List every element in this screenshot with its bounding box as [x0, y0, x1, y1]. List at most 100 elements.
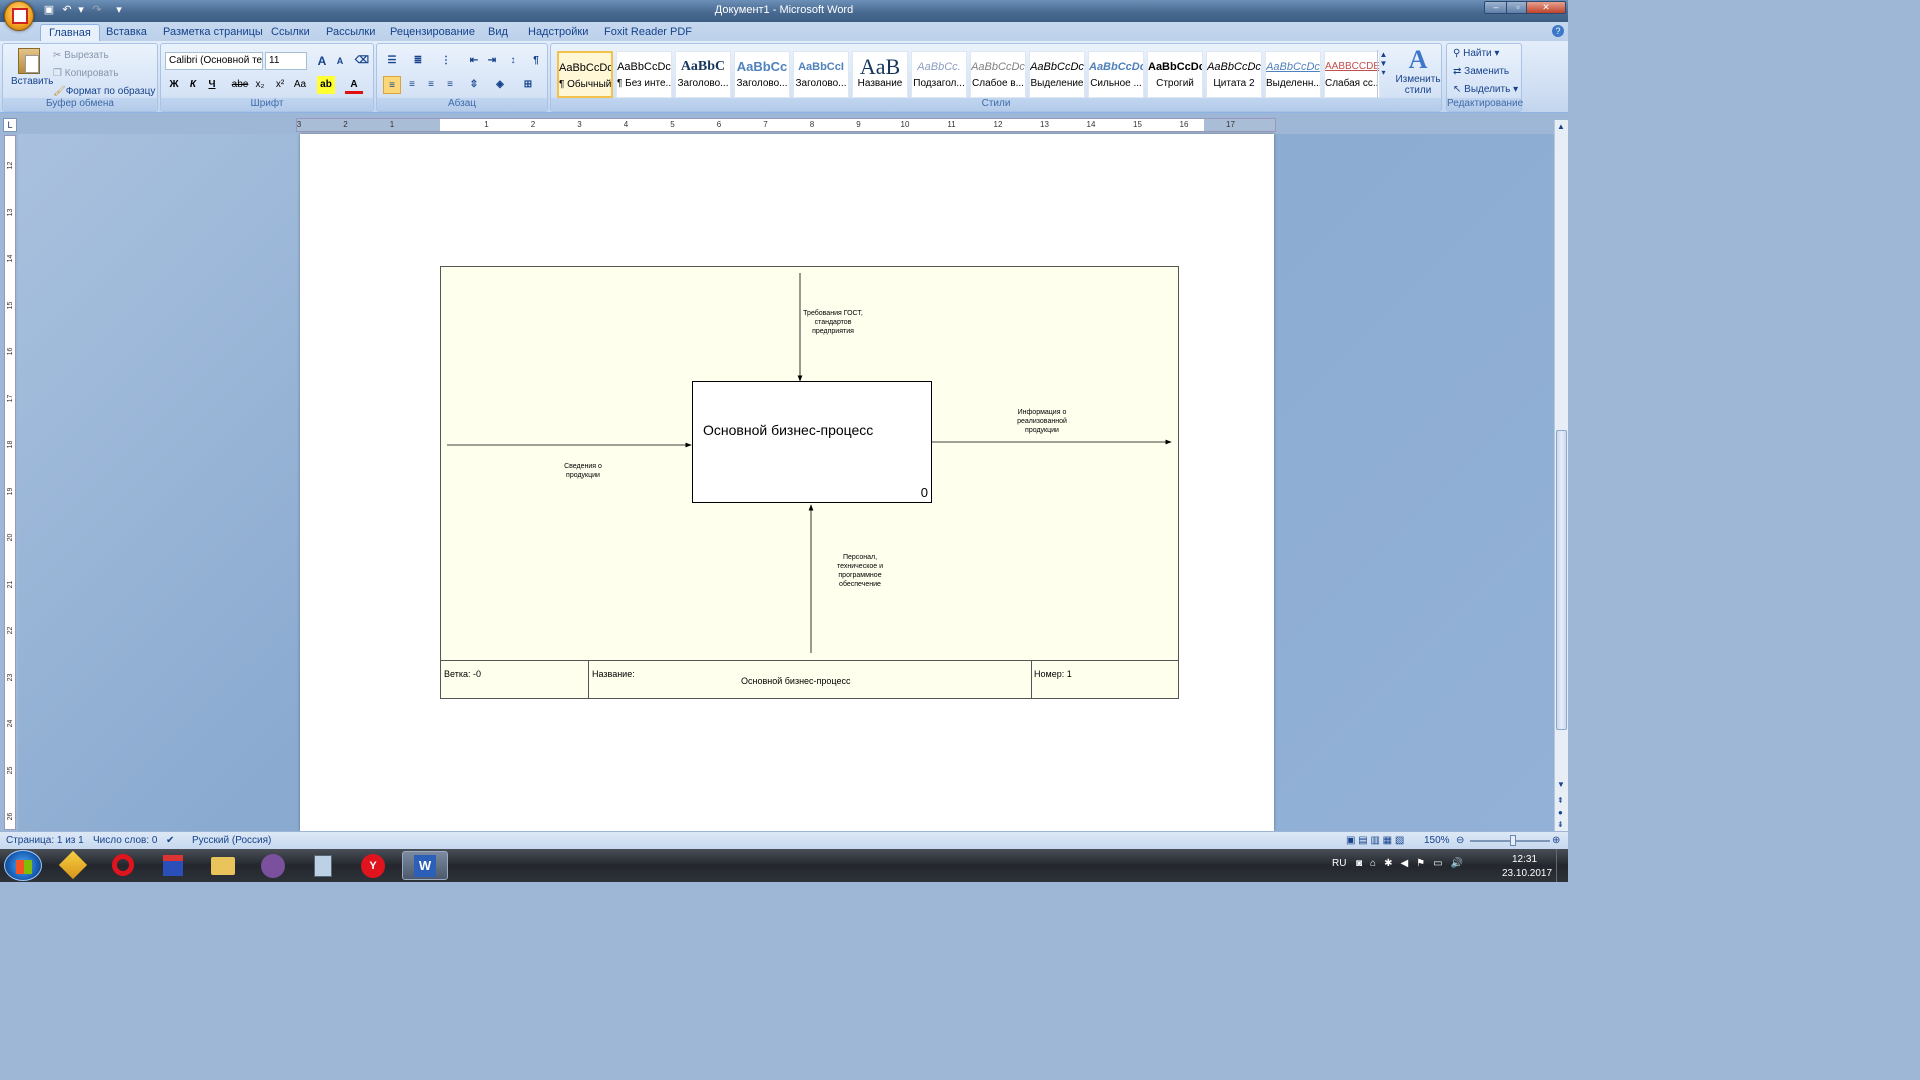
tab-foxit[interactable]: Foxit Reader PDF	[596, 24, 700, 41]
customize-qat-icon[interactable]: ▾	[112, 3, 126, 19]
style-card[interactable]: AaBbCcDc Выделенн...	[1265, 51, 1321, 98]
page-count[interactable]: Страница: 1 из 1	[6, 835, 84, 846]
taskbar-opera-icon[interactable]	[100, 851, 146, 880]
change-styles-button[interactable]: A Изменить стили	[1395, 46, 1441, 100]
clear-formatting-icon[interactable]: ⌫	[353, 52, 371, 70]
redo-icon[interactable]: ↷	[90, 3, 104, 19]
numbering-icon[interactable]: ≣	[409, 52, 427, 70]
highlight-icon[interactable]: ab	[317, 76, 335, 94]
proofing-icon[interactable]: ✔	[166, 835, 174, 846]
decrease-indent-icon[interactable]: ⇤	[465, 52, 483, 70]
clock-time[interactable]: 12:31	[1512, 854, 1537, 865]
minimize-button[interactable]: –	[1484, 1, 1508, 14]
sort-icon[interactable]: ↕	[504, 52, 522, 70]
style-card[interactable]: AABBCCDE Слабая сс...	[1324, 51, 1380, 98]
cut-button[interactable]: ✂ Вырезать	[53, 50, 109, 61]
style-card[interactable]: AaBbCcDc ¶ Без инте...	[616, 51, 672, 98]
select-button[interactable]: ↖ Выделить ▾	[1453, 84, 1518, 95]
taskbar-calculator-icon[interactable]	[300, 851, 346, 880]
taskbar-yandex-icon[interactable]: Y	[350, 851, 396, 880]
taskbar-word-icon[interactable]: W	[402, 851, 448, 880]
line-spacing-icon[interactable]: ⇳	[465, 76, 483, 94]
save-icon[interactable]: ▣	[42, 3, 56, 19]
scroll-thumb[interactable]	[1556, 430, 1567, 730]
start-button[interactable]	[4, 850, 42, 881]
subscript-button[interactable]: x₂	[251, 76, 269, 94]
borders-icon[interactable]: ⊞	[519, 76, 537, 94]
style-card[interactable]: AaBbCcDc Строгий	[1147, 51, 1203, 98]
help-icon[interactable]: ?	[1552, 25, 1564, 37]
undo-dropdown-icon[interactable]: ▾	[74, 3, 88, 19]
style-card[interactable]: AaBbCc. Подзагол...	[911, 51, 967, 98]
align-left-icon[interactable]: ≡	[383, 76, 401, 94]
taskbar-explorer-icon[interactable]	[200, 851, 246, 880]
tab-addins[interactable]: Надстройки	[520, 24, 596, 41]
taskbar-app-pencil-icon[interactable]	[50, 850, 96, 880]
tray-icons[interactable]: ◙⌂✱◀⚑▭🔊	[1356, 858, 1471, 869]
style-card[interactable]: AaBbCcDc Сильное ...	[1088, 51, 1144, 98]
tab-page-layout[interactable]: Разметка страницы	[155, 24, 271, 41]
close-button[interactable]: ✕	[1526, 1, 1566, 14]
superscript-button[interactable]: x²	[271, 76, 289, 94]
bullets-icon[interactable]: ☰	[383, 52, 401, 70]
increase-indent-icon[interactable]: ⇥	[483, 52, 501, 70]
style-card[interactable]: AaBbCcDc ¶ Обычный	[557, 51, 613, 98]
gallery-scroll[interactable]: ▲ ▼ ▾	[1377, 50, 1389, 98]
italic-button[interactable]: К	[184, 76, 202, 94]
tab-insert[interactable]: Вставка	[98, 24, 155, 41]
clock-date[interactable]: 23.10.2017	[1502, 868, 1552, 879]
style-card[interactable]: AaB Название	[852, 51, 908, 98]
copy-button[interactable]: ❐ Копировать	[53, 68, 119, 79]
prev-page-icon[interactable]: ⇞	[1557, 796, 1564, 805]
strikethrough-button[interactable]: abe	[231, 76, 249, 94]
shrink-font-button[interactable]: A	[331, 52, 349, 70]
paste-button[interactable]: Вставить	[11, 48, 53, 98]
align-right-icon[interactable]: ≡	[422, 76, 440, 94]
style-card[interactable]: AaBbCcDc Слабое в...	[970, 51, 1026, 98]
show-marks-button[interactable]: ¶	[527, 52, 545, 70]
change-case-button[interactable]: Aa	[291, 76, 309, 94]
style-card[interactable]: AaBbCcDc Цитата 2	[1206, 51, 1262, 98]
next-page-icon[interactable]: ⇟	[1557, 820, 1564, 829]
shading-icon[interactable]: ◈	[491, 76, 509, 94]
bold-button[interactable]: Ж	[165, 76, 183, 94]
style-card[interactable]: AaBbCcI Заголово...	[793, 51, 849, 98]
input-language[interactable]: RU	[1332, 858, 1346, 869]
font-size-combo[interactable]: 11	[265, 52, 307, 70]
font-color-icon[interactable]: A	[345, 76, 363, 94]
language-status[interactable]: Русский (Россия)	[192, 835, 271, 846]
find-button[interactable]: ⚲ Найти ▾	[1453, 48, 1499, 59]
zoom-out-icon[interactable]: ⊖	[1456, 835, 1464, 846]
style-card[interactable]: AaBbCcDc Выделение	[1029, 51, 1085, 98]
taskbar-save-icon[interactable]	[150, 851, 196, 880]
align-center-icon[interactable]: ≡	[403, 76, 421, 94]
tab-review[interactable]: Рецензирование	[382, 24, 483, 41]
tab-mailings[interactable]: Рассылки	[318, 24, 383, 41]
horizontal-ruler[interactable]: 3 2 1 1 2 3 4 5 6 7 8 9 10 11 12 13 14 15 16 17	[296, 118, 1276, 132]
underline-button[interactable]: Ч	[203, 76, 221, 94]
grow-font-button[interactable]: A	[313, 52, 331, 70]
zoom-in-icon[interactable]: ⊕	[1552, 835, 1560, 846]
vertical-scrollbar[interactable]: ▲ ▼ ⇞ ● ⇟	[1554, 120, 1568, 832]
scroll-down-icon[interactable]: ▼	[1557, 780, 1565, 789]
show-desktop-button[interactable]	[1556, 849, 1568, 882]
idef0-diagram[interactable]: Основной бизнес-процесс 0 Требования ГОС…	[440, 266, 1179, 699]
undo-icon[interactable]: ↶	[60, 3, 74, 19]
process-box[interactable]: Основной бизнес-процесс 0	[692, 381, 932, 503]
replace-button[interactable]: ⇄ Заменить	[1453, 66, 1509, 77]
tab-references[interactable]: Ссылки	[263, 24, 318, 41]
justify-icon[interactable]: ≡	[441, 76, 459, 94]
word-count[interactable]: Число слов: 0	[93, 835, 157, 846]
tab-view[interactable]: Вид	[480, 24, 516, 41]
style-card[interactable]: AaBbCc Заголово...	[734, 51, 790, 98]
font-name-combo[interactable]: Calibri (Основной те	[165, 52, 263, 70]
zoom-level[interactable]: 150%	[1424, 835, 1450, 846]
tab-home[interactable]: Главная	[40, 24, 100, 41]
vertical-ruler[interactable]: 12 13 14 15 16 17 18 19 20 21 22 23 24 25 26	[4, 135, 16, 830]
zoom-slider-thumb[interactable]	[1510, 835, 1516, 846]
multilevel-list-icon[interactable]: ⋮	[437, 52, 455, 70]
taskbar-viber-icon[interactable]	[250, 851, 296, 880]
format-painter-button[interactable]: 🖌Формат по образцу	[53, 86, 155, 97]
scroll-up-icon[interactable]: ▲	[1557, 122, 1565, 131]
style-card[interactable]: AaBbC Заголово...	[675, 51, 731, 98]
